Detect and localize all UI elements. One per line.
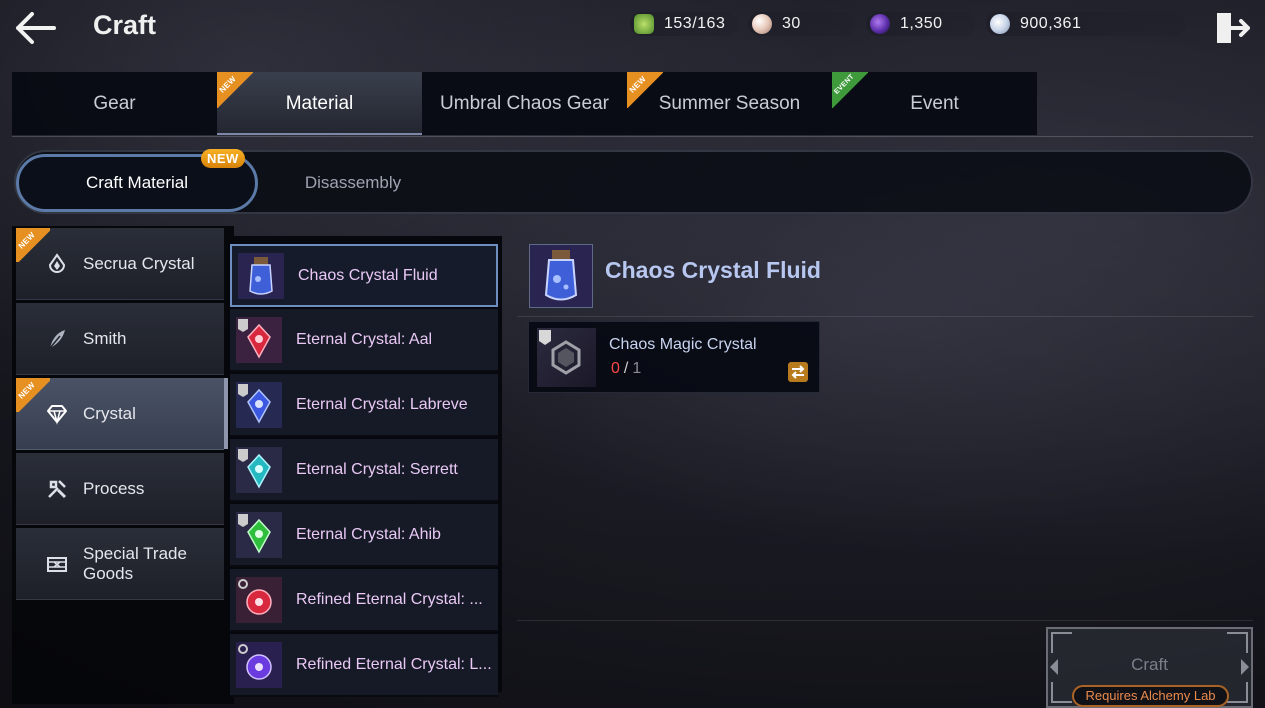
- category-label: Special Trade Goods: [83, 543, 187, 583]
- item-label: Refined Eternal Crystal: L...: [296, 655, 492, 673]
- potion-bottle-icon: [529, 244, 593, 308]
- currency-stamina[interactable]: 153/163: [630, 12, 738, 36]
- tab-label: Gear: [93, 92, 136, 114]
- list-item-eternal-crystal-labreve[interactable]: Eternal Crystal: Labreve: [230, 374, 498, 437]
- red-gem-icon: [236, 316, 282, 363]
- new-tag: NEW: [16, 378, 50, 412]
- tab-material[interactable]: NEW Material: [217, 72, 422, 135]
- category-label: Secrua Crystal: [83, 253, 195, 273]
- list-item-chaos-crystal-fluid[interactable]: Chaos Crystal Fluid: [230, 244, 498, 307]
- tab-label: Umbral Chaos Gear: [440, 92, 609, 114]
- divider: [517, 620, 1253, 621]
- divider: [517, 316, 1253, 317]
- tools-icon: [48, 479, 67, 498]
- subtab-disassembly[interactable]: Disassembly: [258, 154, 448, 212]
- category-process[interactable]: Process: [16, 453, 224, 525]
- green-gem-icon: [236, 511, 282, 558]
- crate-icon: [47, 556, 67, 572]
- divider: [12, 136, 1253, 137]
- tab-label: Event: [910, 92, 959, 114]
- teal-gem-icon: [236, 446, 282, 493]
- list-item-eternal-crystal-ahib[interactable]: Eternal Crystal: Ahib: [230, 504, 498, 567]
- blue-gem-icon: [236, 381, 282, 428]
- currency-dark-orb[interactable]: 1,350: [866, 12, 976, 36]
- item-list: Chaos Crystal Fluid Eternal Crystal: Aal…: [228, 236, 502, 697]
- subtab-craft-material[interactable]: Craft Material NEW: [16, 149, 258, 212]
- new-tag: NEW: [16, 228, 50, 262]
- new-tag: NEW: [217, 72, 253, 108]
- item-label: Eternal Crystal: Labreve: [296, 395, 468, 413]
- tab-summer-season[interactable]: NEW Summer Season: [627, 72, 832, 135]
- material-need: 1: [632, 360, 642, 377]
- list-item-eternal-crystal-aal[interactable]: Eternal Crystal: Aal: [230, 309, 498, 372]
- tab-event[interactable]: EVENT Event: [832, 72, 1037, 135]
- dark-orb-value: 1,350: [900, 15, 943, 32]
- item-label: Refined Eternal Crystal: ...: [296, 590, 483, 608]
- red-refined-gem-icon: [236, 576, 282, 623]
- item-label: Eternal Crystal: Aal: [296, 330, 433, 348]
- stamina-value: 153/163: [664, 15, 726, 32]
- material-separator: /: [623, 360, 629, 377]
- category-crystal[interactable]: NEW Crystal: [16, 378, 228, 450]
- event-tag: EVENT: [832, 72, 868, 108]
- material-count: 0/1: [611, 360, 641, 378]
- swap-arrows-icon: [791, 365, 805, 379]
- item-label: Eternal Crystal: Ahib: [296, 525, 441, 543]
- detail-title: Chaos Crystal Fluid: [605, 257, 821, 283]
- pearl-value: 30: [782, 15, 801, 32]
- page-title: Craft: [93, 10, 157, 40]
- material-name: Chaos Magic Crystal: [609, 336, 757, 353]
- list-item-refined-eternal-crystal-1[interactable]: Refined Eternal Crystal: ...: [230, 569, 498, 632]
- exit-button[interactable]: [1214, 10, 1252, 46]
- feather-icon: [49, 329, 65, 348]
- new-badge: NEW: [201, 149, 245, 168]
- item-label: Chaos Crystal Fluid: [298, 266, 438, 284]
- tab-label: Material: [285, 92, 354, 114]
- category-special-trade-goods[interactable]: Special Trade Goods: [16, 528, 224, 600]
- craft-button[interactable]: Craft Requires Alchemy Lab: [1046, 627, 1253, 708]
- silver-value: 900,361: [1020, 15, 1082, 32]
- back-button[interactable]: [14, 10, 58, 46]
- subtab-label: Craft Material: [85, 173, 189, 192]
- category-smith[interactable]: Smith: [16, 303, 224, 375]
- currency-silver[interactable]: 900,361: [986, 12, 1186, 36]
- list-item-eternal-crystal-serrett[interactable]: Eternal Crystal: Serrett: [230, 439, 498, 502]
- potion-bottle-icon: [238, 252, 284, 299]
- pearl-icon: [752, 14, 772, 34]
- requirement-label: Requires Alchemy Lab: [1072, 685, 1229, 707]
- craft-label: Craft: [1131, 655, 1168, 674]
- exchange-button[interactable]: [788, 362, 808, 382]
- exit-door-icon: [1217, 13, 1250, 43]
- list-item-refined-eternal-crystal-2[interactable]: Refined Eternal Crystal: L...: [230, 634, 498, 697]
- category-label: Smith: [83, 328, 127, 348]
- silver-coin-icon: [990, 14, 1010, 34]
- material-have: 0: [611, 360, 620, 377]
- back-arrow-icon: [16, 12, 56, 44]
- category-secrua-crystal[interactable]: NEW Secrua Crystal: [16, 228, 224, 300]
- category-list: NEW Secrua Crystal Smith NEW Crystal Pro…: [12, 226, 234, 704]
- dark-orb-icon: [870, 14, 890, 34]
- subtab-label: Disassembly: [304, 173, 402, 192]
- magic-crystal-icon: [537, 328, 596, 387]
- currency-pearl[interactable]: 30: [748, 12, 856, 36]
- tab-umbral-chaos-gear[interactable]: Umbral Chaos Gear: [422, 72, 627, 135]
- tab-label: Summer Season: [658, 92, 801, 114]
- stamina-icon: [634, 14, 654, 34]
- category-label: Process: [83, 478, 145, 498]
- category-label: Crystal: [83, 403, 136, 423]
- material-card[interactable]: Chaos Magic Crystal 0/1: [528, 321, 820, 393]
- purple-refined-gem-icon: [236, 641, 282, 688]
- header: Craft 153/163 30 1,350 900,361: [0, 0, 1265, 56]
- main-tabs: Gear NEW Material Umbral Chaos Gear NEW …: [12, 72, 1037, 135]
- sub-tabs: Craft Material NEW Disassembly: [14, 149, 1253, 214]
- new-tag: NEW: [627, 72, 663, 108]
- item-label: Eternal Crystal: Serrett: [296, 460, 458, 478]
- tab-gear[interactable]: Gear: [12, 72, 217, 135]
